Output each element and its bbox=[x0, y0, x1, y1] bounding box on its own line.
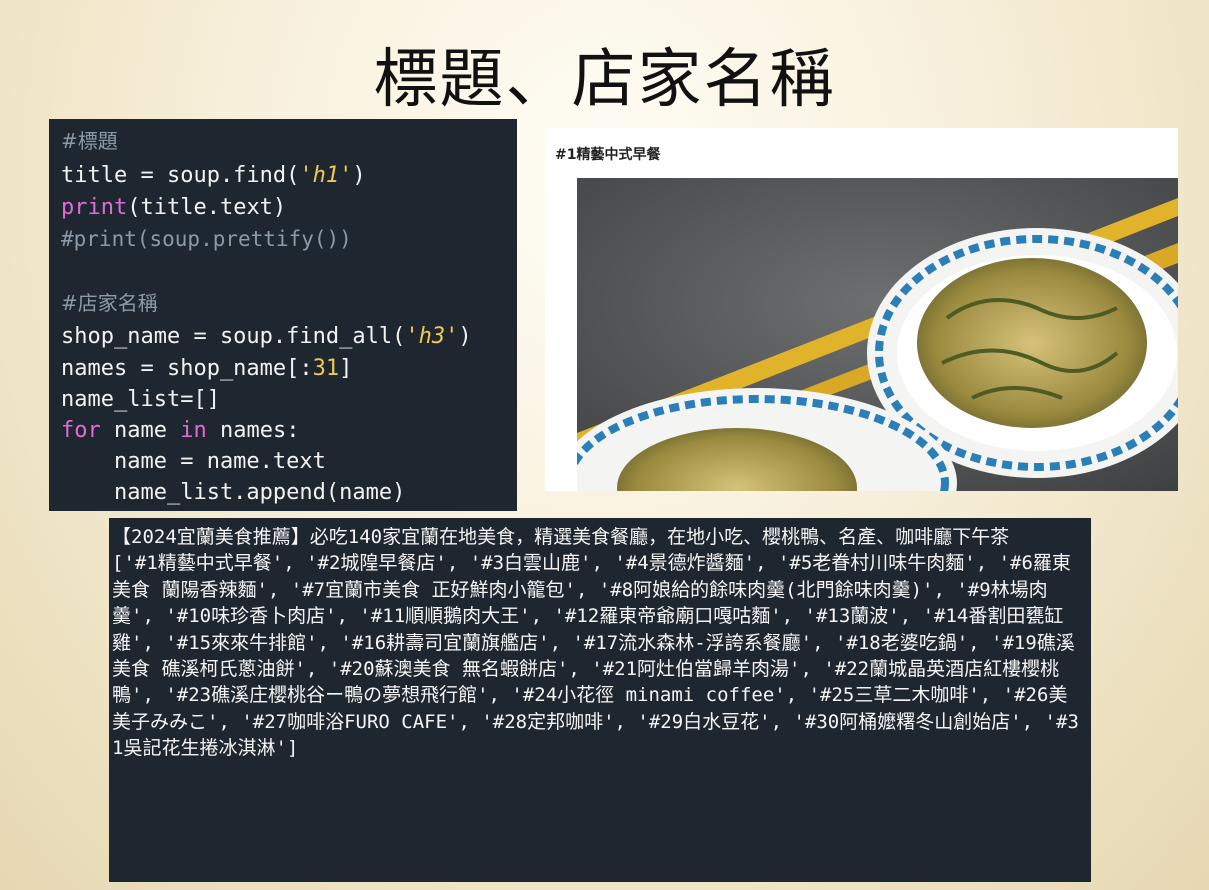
code-line: print(title.text) bbox=[61, 195, 287, 220]
code-line: names = shop_name[:31] bbox=[61, 356, 353, 381]
code-comment: #店家名稱 bbox=[61, 291, 158, 315]
code-line: name_list=[] bbox=[61, 387, 220, 412]
code-line: shop_name = soup.find_all('h3') bbox=[61, 324, 472, 349]
slide-title: 標題、店家名稱 bbox=[373, 43, 836, 117]
restaurant-heading: #1精藝中式早餐 bbox=[555, 147, 661, 163]
output-page-title: 【2024宜蘭美食推薦】必吃140家宜蘭在地美食，精選美食餐廳，在地小吃、櫻桃鴨… bbox=[112, 526, 1010, 548]
code-comment: #print(soup.prettify()) bbox=[61, 227, 352, 251]
console-text: 【2024宜蘭美食推薦】必吃140家宜蘭在地美食，精選美食餐廳，在地小吃、櫻桃鴨… bbox=[112, 524, 1086, 762]
code-var: title = soup.find( bbox=[61, 163, 300, 188]
code-line: for name in names: bbox=[61, 418, 300, 443]
code-line: name = name.text bbox=[61, 449, 326, 474]
food-photo bbox=[577, 178, 1178, 491]
code-comment: #標題 bbox=[61, 129, 118, 153]
code-line: name_list.append(name) bbox=[61, 480, 406, 505]
webpage-screenshot: #1精藝中式早餐 bbox=[545, 128, 1178, 491]
code-line: title = soup.find('h1') bbox=[61, 163, 366, 188]
console-output: 【2024宜蘭美食推薦】必吃140家宜蘭在地美食，精選美食餐廳，在地小吃、櫻桃鴨… bbox=[109, 518, 1091, 882]
output-name-list: ['#1精藝中式早餐', '#2城隍早餐店', '#3白雲山鹿', '#4景德炸… bbox=[112, 552, 1079, 760]
code-editor: #標題 title = soup.find('h1') print(title.… bbox=[49, 119, 517, 511]
